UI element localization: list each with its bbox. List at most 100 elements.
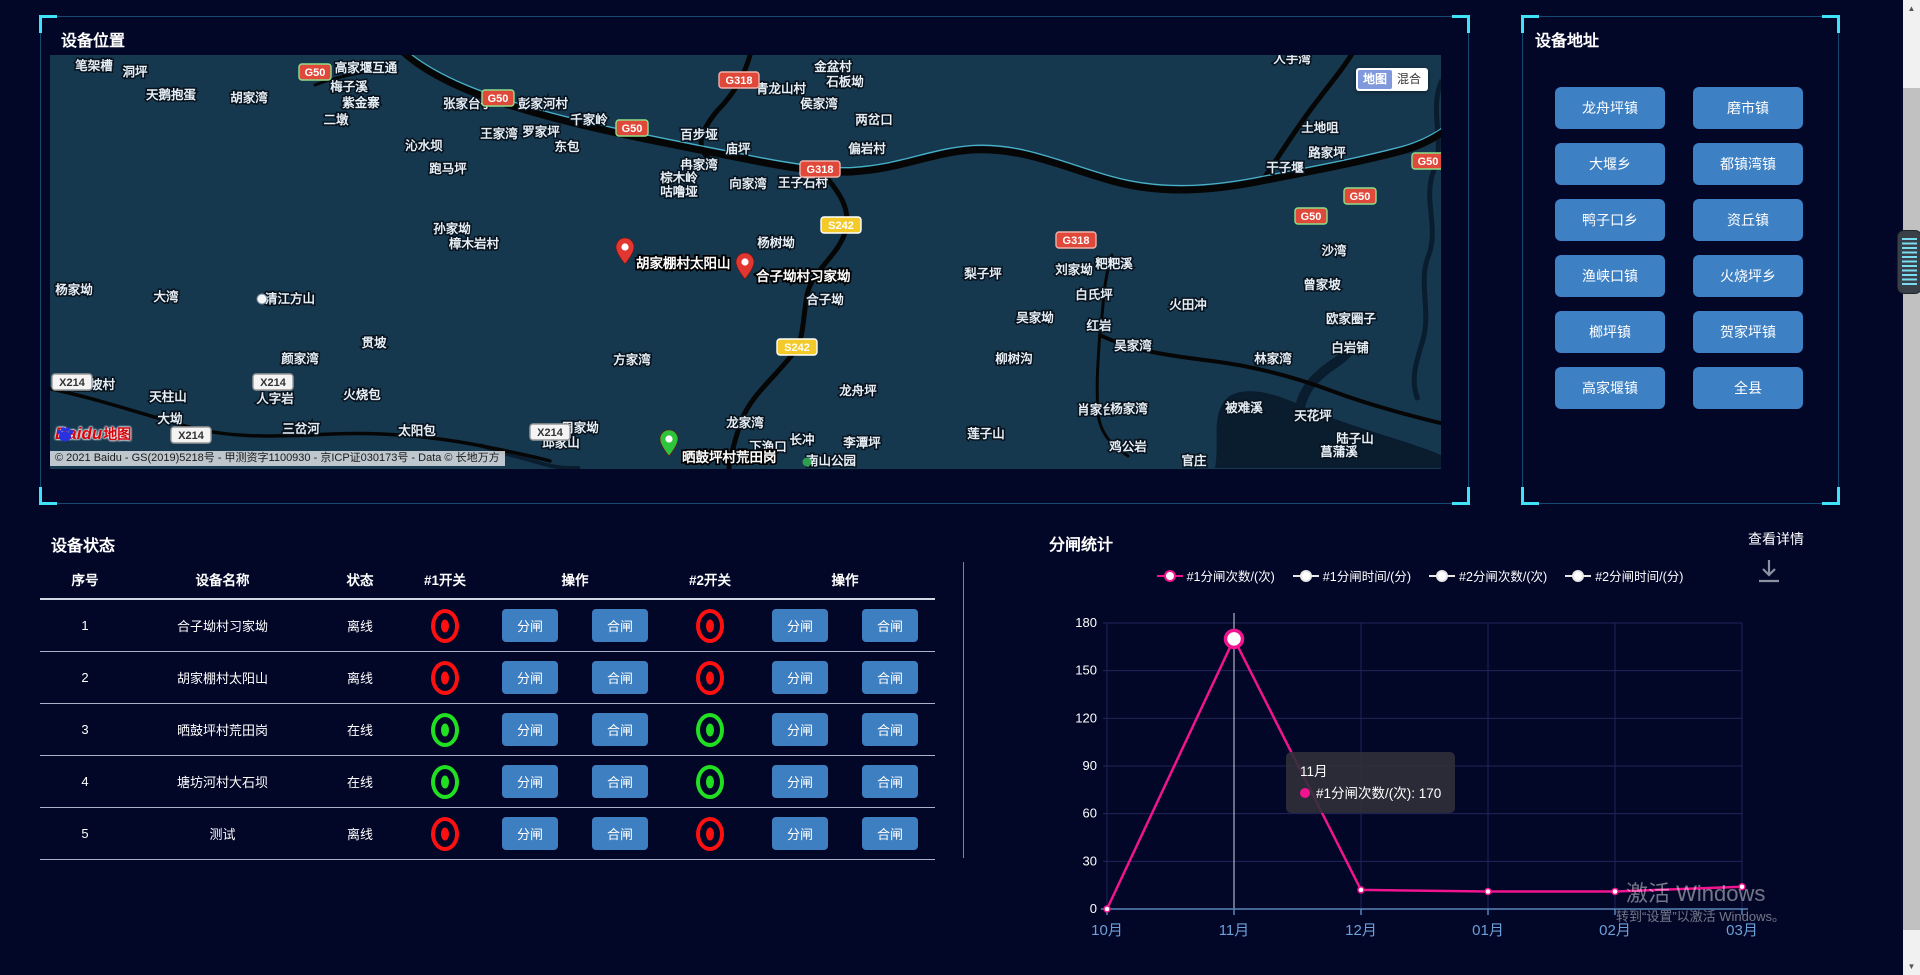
close-switch2-button[interactable]: 合闸 <box>862 765 918 798</box>
legend-marker-icon <box>1157 570 1183 582</box>
address-button-全县[interactable]: 全县 <box>1693 367 1803 409</box>
map-label-白岩铺: 白岩铺 <box>1331 340 1369 355</box>
map-label-火烧包: 火烧包 <box>343 387 381 402</box>
windows-watermark-line1: 激活 Windows <box>1626 876 1765 908</box>
address-button-火烧坪乡[interactable]: 火烧坪乡 <box>1693 255 1803 297</box>
road-badge-X214: X214 <box>530 424 570 440</box>
table-scrollbar[interactable] <box>963 562 964 858</box>
open-switch1-button[interactable]: 分闸 <box>502 817 558 850</box>
device-marker-晒鼓坪村荒田岗[interactable] <box>660 430 678 456</box>
svg-text:S242: S242 <box>828 220 854 232</box>
address-button-资丘镇[interactable]: 资丘镇 <box>1693 199 1803 241</box>
device-status-title: 设备状态 <box>51 532 115 556</box>
svg-text:G318: G318 <box>807 164 834 176</box>
address-button-磨市镇[interactable]: 磨市镇 <box>1693 87 1803 129</box>
road-badge-G50: G50 <box>299 64 331 80</box>
device-status: 在线 <box>315 772 405 791</box>
address-button-渔峡口镇[interactable]: 渔峡口镇 <box>1555 255 1665 297</box>
road-badge-G50: G50 <box>1295 208 1327 224</box>
column-header: #1开关 <box>405 569 485 589</box>
address-button-榔坪镇[interactable]: 榔坪镇 <box>1555 311 1665 353</box>
close-switch1-button[interactable]: 合闸 <box>592 661 648 694</box>
map-type-map-button[interactable]: 地图 <box>1358 70 1392 89</box>
open-switch2-button[interactable]: 分闸 <box>772 817 828 850</box>
open-switch2-button[interactable]: 分闸 <box>772 765 828 798</box>
close-switch2-button[interactable]: 合闸 <box>862 817 918 850</box>
road-badge-G318: G318 <box>719 72 759 88</box>
map-label-咕噜垭: 咕噜垭 <box>660 184 698 199</box>
map-attribution: © 2021 Baidu - GS(2019)5218号 - 甲测资字11009… <box>50 451 505 466</box>
chart-legend: #1分闸次数/(次) #1分闸时间/(分) #2分闸次数/(次) #2分闸时间/(分) <box>1040 566 1800 585</box>
device-marker-胡家棚村太阳山[interactable] <box>616 238 634 264</box>
close-switch1-button[interactable]: 合闸 <box>592 609 648 642</box>
device-marker-合子坳村习家坳[interactable] <box>736 253 754 279</box>
data-point[interactable] <box>1358 887 1364 893</box>
legend-item-#2分闸时间/(分)[interactable]: #2分闸时间/(分) <box>1565 566 1683 585</box>
close-switch2-button[interactable]: 合闸 <box>862 661 918 694</box>
open-switch2-button[interactable]: 分闸 <box>772 713 828 746</box>
highlighted-data-point[interactable] <box>1226 630 1243 647</box>
legend-item-#1分闸时间/(分)[interactable]: #1分闸时间/(分) <box>1293 566 1411 585</box>
map-label-清江方山: 清江方山 <box>265 291 315 306</box>
road-badge-S242: S242 <box>821 217 861 233</box>
svg-text:11月: 11月 <box>1219 922 1250 939</box>
address-button-贺家坪镇[interactable]: 贺家坪镇 <box>1693 311 1803 353</box>
close-switch2-button-cell: 合闸 <box>845 817 935 850</box>
trip-stats-title: 分闸统计 <box>1049 531 1113 555</box>
address-button-都镇湾镇[interactable]: 都镇湾镇 <box>1693 143 1803 185</box>
scroll-helper-widget[interactable] <box>1897 230 1920 294</box>
close-switch1-button[interactable]: 合闸 <box>592 713 648 746</box>
map-label-洞坪: 洞坪 <box>122 65 148 79</box>
map-label-火田冲: 火田冲 <box>1169 297 1207 312</box>
device-status: 在线 <box>315 720 405 739</box>
map-label-三岔河: 三岔河 <box>282 421 320 436</box>
svg-text:G50: G50 <box>1301 211 1322 223</box>
open-switch2-button[interactable]: 分闸 <box>772 661 828 694</box>
map-type-hybrid-button[interactable]: 混合 <box>1392 70 1426 89</box>
data-point[interactable] <box>1485 889 1491 895</box>
map-label-金盆村: 金盆村 <box>813 59 852 74</box>
legend-label: #2分闸时间/(分) <box>1595 566 1683 585</box>
road-badge-G50: G50 <box>616 120 648 136</box>
open-switch1-button[interactable]: 分闸 <box>502 661 558 694</box>
address-button-鸭子口乡[interactable]: 鸭子口乡 <box>1555 199 1665 241</box>
open-switch1-button[interactable]: 分闸 <box>502 765 558 798</box>
device-address-title: 设备地址 <box>1535 27 1599 51</box>
address-button-大堰乡[interactable]: 大堰乡 <box>1555 143 1665 185</box>
scrollbar-up-icon[interactable]: ▲ <box>1903 0 1920 17</box>
open-switch1-button-cell: 分闸 <box>485 765 575 798</box>
map-type-toggle[interactable]: 地图 混合 <box>1356 68 1428 91</box>
baidu-map[interactable]: 笔架槽洞坪天鹅抱蛋胡家湾高家堰互通梅子溪紫金寨二墩张家台子彭家河村千家岭王家湾罗… <box>50 55 1441 469</box>
map-label-干子堰: 干子堰 <box>1266 160 1304 175</box>
legend-item-#1分闸次数/(次)[interactable]: #1分闸次数/(次) <box>1157 566 1275 585</box>
table-row: 1合子坳村习家坳离线分闸合闸分闸合闸 <box>40 600 935 652</box>
scrollbar-down-icon[interactable]: ▼ <box>1903 958 1920 975</box>
svg-text:30: 30 <box>1083 853 1097 868</box>
open-switch1-button[interactable]: 分闸 <box>502 713 558 746</box>
svg-text:01月: 01月 <box>1472 922 1504 939</box>
map-label-两岔口: 两岔口 <box>855 112 893 127</box>
address-button-龙舟坪镇[interactable]: 龙舟坪镇 <box>1555 87 1665 129</box>
close-switch1-button-cell: 合闸 <box>575 609 665 642</box>
page-scrollbar-thumb[interactable] <box>1903 88 1920 930</box>
device-location-title: 设备位置 <box>61 27 125 51</box>
data-point[interactable] <box>1612 889 1618 895</box>
open-switch1-button-cell: 分闸 <box>485 661 575 694</box>
column-header: 序号 <box>40 569 130 589</box>
device-name: 晒鼓坪村荒田岗 <box>130 720 315 739</box>
view-details-link[interactable]: 查看详情 <box>1748 529 1804 549</box>
map-label-紫金寨: 紫金寨 <box>342 95 380 110</box>
address-button-高家堰镇[interactable]: 高家堰镇 <box>1555 367 1665 409</box>
open-switch2-button[interactable]: 分闸 <box>772 609 828 642</box>
dashboard-root: 设备位置 <box>0 0 1920 975</box>
data-point[interactable] <box>1104 906 1110 912</box>
close-switch2-button[interactable]: 合闸 <box>862 609 918 642</box>
map-label-彭家河村: 彭家河村 <box>518 96 569 111</box>
close-switch2-button[interactable]: 合闸 <box>862 713 918 746</box>
close-switch1-button-cell: 合闸 <box>575 713 665 746</box>
close-switch1-button[interactable]: 合闸 <box>592 817 648 850</box>
legend-item-#2分闸次数/(次)[interactable]: #2分闸次数/(次) <box>1429 566 1547 585</box>
open-switch1-button[interactable]: 分闸 <box>502 609 558 642</box>
open-switch2-button-cell: 分闸 <box>755 765 845 798</box>
close-switch1-button[interactable]: 合闸 <box>592 765 648 798</box>
